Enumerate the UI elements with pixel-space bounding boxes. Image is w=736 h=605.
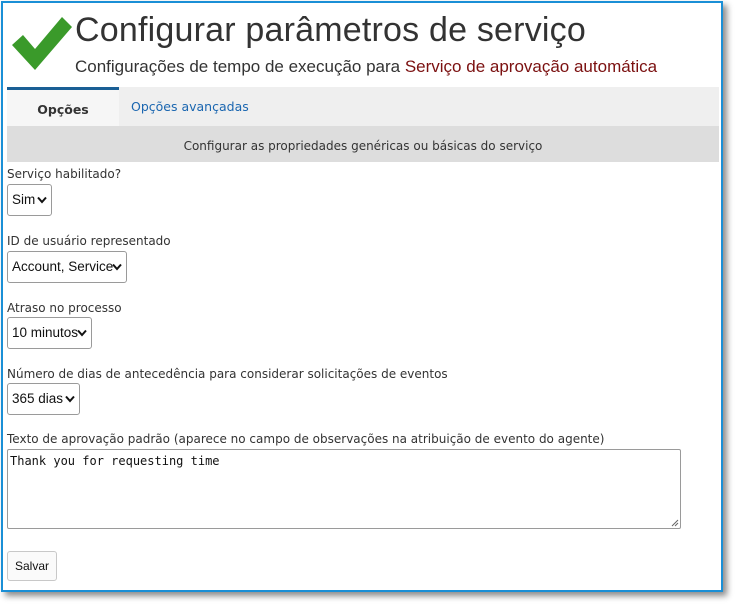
service-name: Serviço de aprovação automática xyxy=(404,57,658,76)
subtitle-prefix: Configurações de tempo de execução para xyxy=(75,57,405,76)
delay-select[interactable]: 10 minutos xyxy=(7,317,92,349)
enabled-value: Sim xyxy=(12,192,36,207)
user-id-value: Account, Service xyxy=(12,259,114,274)
resize-handle-icon[interactable] xyxy=(671,519,679,527)
tab-basic-options[interactable]: Opções básicas xyxy=(7,87,119,157)
chevron-down-icon xyxy=(112,263,122,271)
days-value: 365 dias xyxy=(12,391,64,406)
tab-bar: Opções básicas Opções avançadas xyxy=(7,87,719,157)
user-id-select[interactable]: Account, Service xyxy=(7,251,127,283)
chevron-down-icon xyxy=(37,196,47,204)
save-button[interactable]: Salvar xyxy=(7,551,57,581)
tab-advanced-options[interactable]: Opções avançadas xyxy=(123,87,257,123)
dialog-frame: Configurar parâmetros de serviço Configu… xyxy=(1,1,723,592)
user-id-label: ID de usuário representado xyxy=(7,234,171,248)
page-title: Configurar parâmetros de serviço xyxy=(75,11,586,49)
delay-label: Atraso no processo xyxy=(7,301,122,315)
approval-text-value: Thank you for requesting time xyxy=(10,454,220,468)
approval-text-input[interactable]: Thank you for requesting time xyxy=(7,449,681,529)
header: Configurar parâmetros de serviço Configu… xyxy=(7,9,717,81)
checkmark-icon xyxy=(12,17,72,70)
section-banner: Configurar as propriedades genéricas ou … xyxy=(7,126,719,162)
enabled-label: Serviço habilitado? xyxy=(7,167,122,181)
page-subtitle: Configurações de tempo de execução para … xyxy=(75,57,657,77)
enabled-select[interactable]: Sim xyxy=(7,184,52,216)
days-label: Número de dias de antecedência para cons… xyxy=(7,367,448,381)
chevron-down-icon xyxy=(77,329,87,337)
delay-value: 10 minutos xyxy=(12,325,79,340)
approval-text-label: Texto de aprovação padrão (aparece no ca… xyxy=(7,432,605,446)
chevron-down-icon xyxy=(65,395,75,403)
days-select[interactable]: 365 dias xyxy=(7,383,80,415)
